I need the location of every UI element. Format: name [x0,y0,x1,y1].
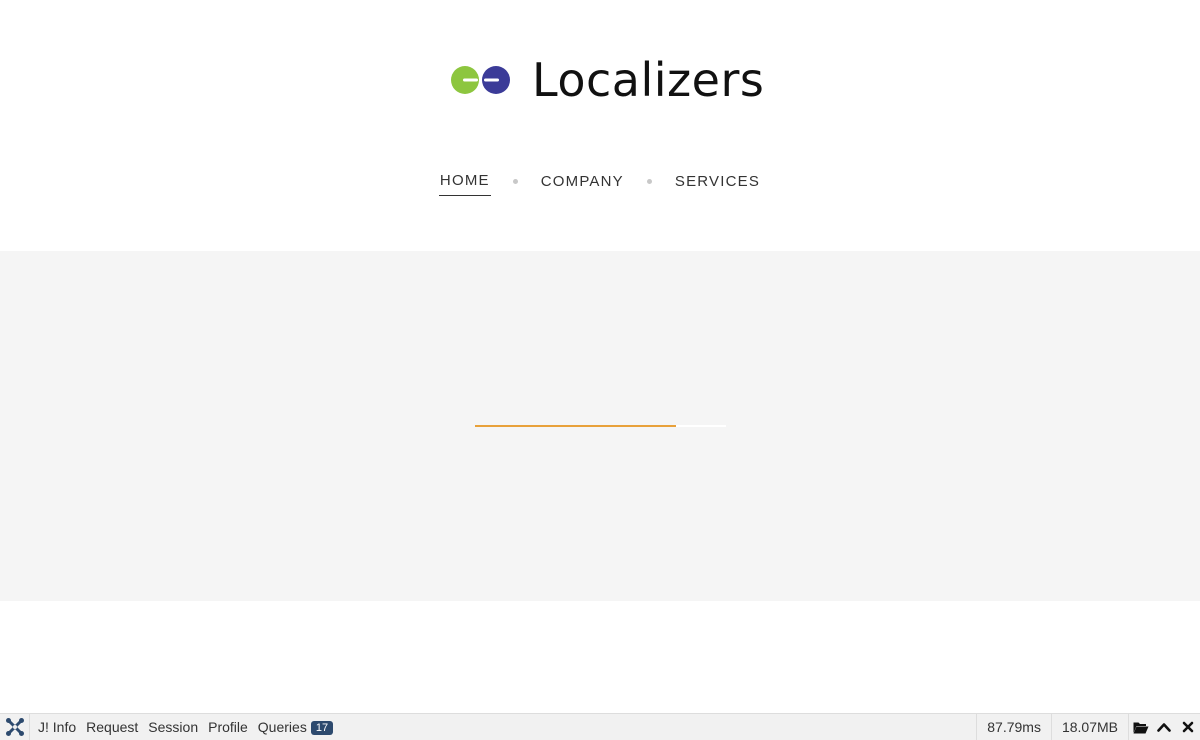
joomla-icon [5,718,24,736]
nav-item-company[interactable]: COMPANY [540,169,625,196]
debug-tab-profile[interactable]: Profile [203,714,253,740]
logo-mark-icon [451,66,510,94]
brand-name: Localizers [532,53,765,107]
nav-item-services[interactable]: SERVICES [674,169,761,196]
site-header: Localizers HOME COMPANY SERVICES [0,0,1200,251]
queries-count-badge: 17 [310,720,334,735]
nav-separator [646,178,652,184]
chevron-up-glyph [1157,723,1171,732]
debug-tab-session[interactable]: Session [143,714,203,740]
request-time: 87.79ms [976,713,1051,740]
joomla-logo-icon[interactable] [0,713,30,740]
nav-item-home[interactable]: HOME [438,168,491,196]
folder-open-icon[interactable] [1128,713,1152,740]
debug-tab-queries-label: Queries [257,718,307,735]
page: Localizers HOME COMPANY SERVICES J! Info… [0,0,1200,740]
content-area [0,251,1200,601]
memory-usage: 18.07MB [1050,713,1128,740]
folder-open-glyph [1133,722,1148,733]
close-glyph [1182,721,1194,733]
main-nav: HOME COMPANY SERVICES [0,168,1200,196]
loading-bar-fill [475,425,676,427]
debug-tab-request[interactable]: Request [81,714,143,740]
debug-toolbar: J! Info Request Session Profile Queries 1… [0,713,1200,740]
chevron-up-icon[interactable] [1152,714,1176,740]
site-logo[interactable]: Localizers [450,52,764,108]
debug-tab-queries[interactable]: Queries 17 [253,714,338,740]
nav-separator [512,178,518,184]
loading-bar [475,425,726,427]
debug-tab-info[interactable]: J! Info [30,714,81,740]
close-icon[interactable] [1176,714,1200,740]
